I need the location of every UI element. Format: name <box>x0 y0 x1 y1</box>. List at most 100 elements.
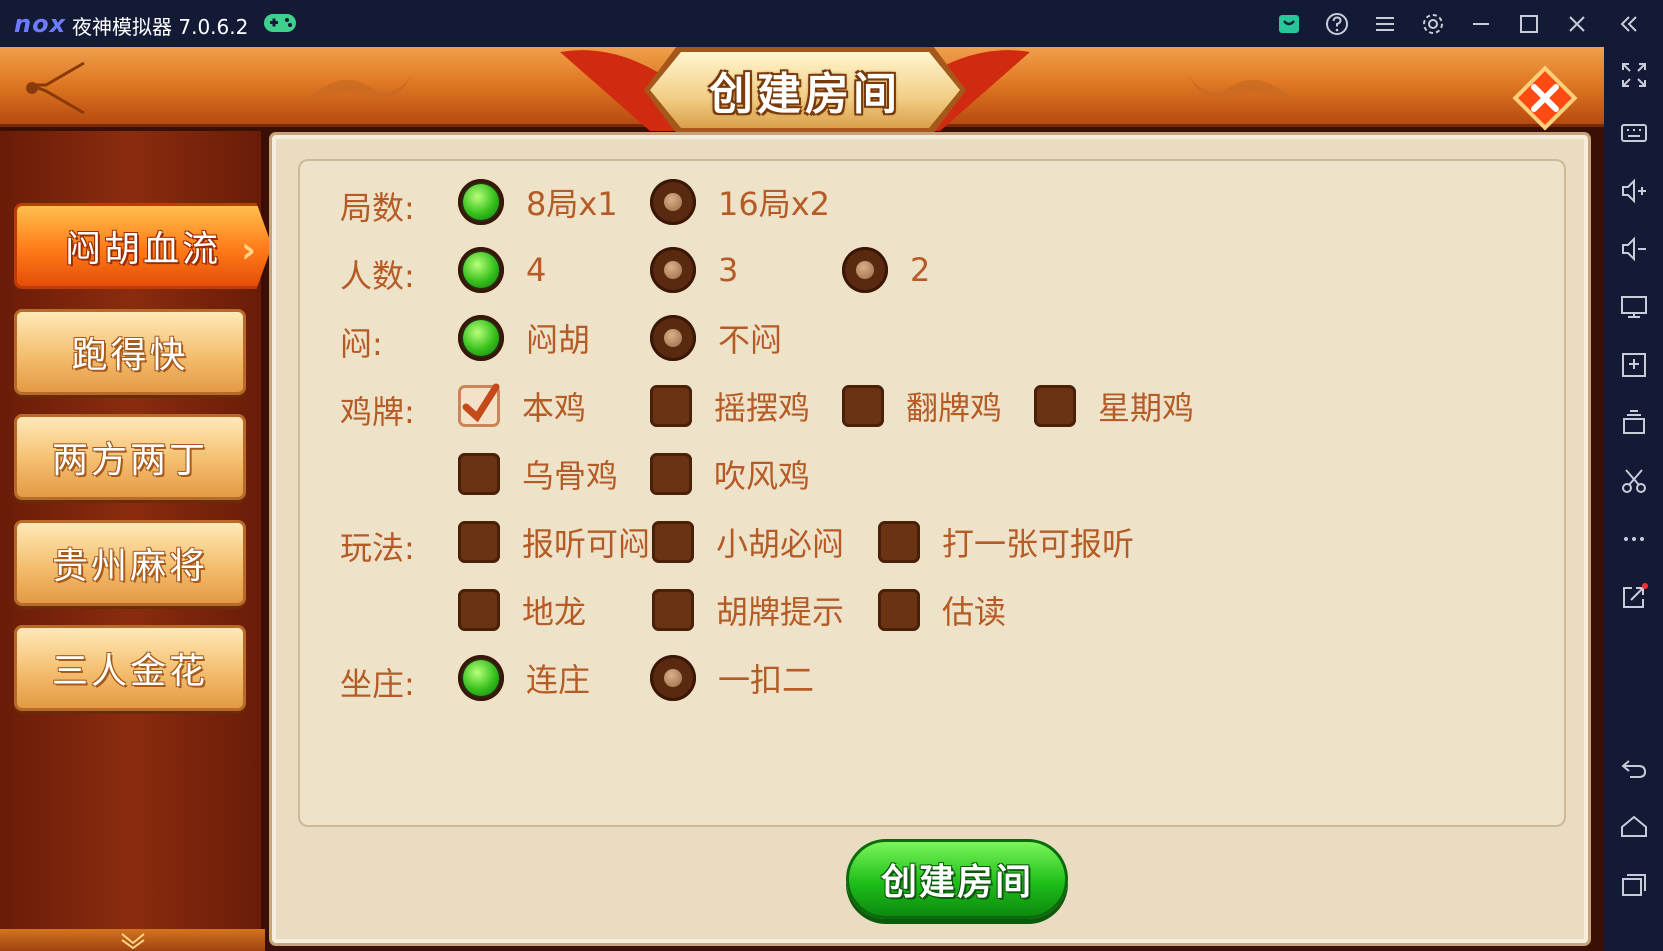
checkbox-unchecked[interactable] <box>650 385 692 427</box>
chicken-option-fanpai[interactable]: 翻牌鸡 <box>842 383 1002 429</box>
emulator-sidebar <box>1604 47 1663 951</box>
play-option-baoting-kemen[interactable]: 报听可闷 <box>458 519 650 565</box>
option-text: 吹风鸡 <box>714 457 811 495</box>
checkbox-unchecked[interactable] <box>1034 385 1076 427</box>
checkbox-unchecked[interactable] <box>458 521 500 563</box>
options-panel: 局数: 8局x1 16局x2 人数: 4 3 2 闷: 闷胡 不闷 鸡牌: 本鸡… <box>272 135 1588 943</box>
rounds-label: 局数: <box>340 189 415 227</box>
tab-sanren-jinhua[interactable]: 三人金花 <box>14 625 246 711</box>
option-text: 3 <box>718 251 739 289</box>
radio-selected[interactable] <box>458 655 504 701</box>
checkbox-unchecked[interactable] <box>458 453 500 495</box>
dealer-option-lianzhuang[interactable]: 连庄 <box>458 655 590 701</box>
header-left-ornament-icon <box>26 61 85 115</box>
men-option-menhu[interactable]: 闷胡 <box>458 315 590 361</box>
create-room-button[interactable]: 创建房间 <box>846 839 1068 919</box>
option-text: 打一张可报听 <box>942 525 1135 563</box>
tab-guizhou-majiang[interactable]: 贵州麻将 <box>14 520 246 606</box>
chicken-option-yaobai[interactable]: 摇摆鸡 <box>650 383 810 429</box>
dealer-option-yikouer[interactable]: 一扣二 <box>650 655 814 701</box>
men-option-bumen[interactable]: 不闷 <box>650 315 782 361</box>
tab-paodekuai[interactable]: 跑得快 <box>14 309 246 395</box>
dialog-title: 创建房间 <box>709 69 901 120</box>
swirl-ornament-icon <box>305 77 410 102</box>
tab-menhu-xueliu[interactable]: 闷胡血流 › <box>14 203 272 289</box>
dialog-close-button[interactable] <box>1512 65 1578 131</box>
chicken-option-wugu[interactable]: 乌骨鸡 <box>458 451 618 497</box>
back-icon[interactable] <box>1618 753 1650 785</box>
option-text: 2 <box>910 251 931 289</box>
more-icon[interactable] <box>1618 523 1650 555</box>
players-option-3[interactable]: 3 <box>650 247 738 293</box>
play-option-xiaohu-bimen[interactable]: 小胡必闷 <box>652 519 844 565</box>
settings-icon[interactable] <box>1419 10 1447 38</box>
option-text: 报听可闷 <box>522 525 651 563</box>
radio-selected[interactable] <box>458 247 504 293</box>
screen-icon[interactable] <box>1618 291 1650 323</box>
checkbox-unchecked[interactable] <box>650 453 692 495</box>
multi-instance-icon[interactable] <box>1618 407 1650 439</box>
checkbox-unchecked[interactable] <box>842 385 884 427</box>
nox-logo: nox <box>14 10 67 38</box>
radio-unselected[interactable] <box>650 655 696 701</box>
shop-icon[interactable] <box>1275 10 1303 38</box>
checkbox-unchecked[interactable] <box>878 589 920 631</box>
close-icon[interactable] <box>1563 10 1591 38</box>
chicken-option-chuifeng[interactable]: 吹风鸡 <box>650 451 810 497</box>
tab-liangfang-liangding[interactable]: 两方两丁 <box>14 414 246 500</box>
play-option-hupai-tishi[interactable]: 胡牌提示 <box>652 587 844 633</box>
gamepad-icon[interactable] <box>262 11 298 35</box>
keyboard-icon[interactable] <box>1618 117 1650 149</box>
home-icon[interactable] <box>1618 811 1650 843</box>
option-text: 闷胡 <box>526 321 591 359</box>
checkbox-checked[interactable] <box>458 383 500 427</box>
chicken-option-benji[interactable]: 本鸡 <box>458 383 586 429</box>
option-text: 连庄 <box>526 661 591 699</box>
rounds-option-16x2[interactable]: 16局x2 <box>650 179 830 225</box>
chevron-down-icon <box>121 933 145 949</box>
radio-unselected[interactable] <box>650 315 696 361</box>
checkbox-unchecked[interactable] <box>878 521 920 563</box>
radio-selected[interactable] <box>458 179 504 225</box>
chicken-option-xingqi[interactable]: 星期鸡 <box>1034 383 1194 429</box>
radio-unselected[interactable] <box>650 247 696 293</box>
play-option-gudu[interactable]: 估读 <box>878 587 1006 633</box>
players-option-2[interactable]: 2 <box>842 247 930 293</box>
recent-apps-icon[interactable] <box>1618 869 1650 901</box>
players-label: 人数: <box>340 257 415 295</box>
collapse-icon[interactable] <box>1615 10 1643 38</box>
fullscreen-icon[interactable] <box>1618 59 1650 91</box>
chevron-right-icon: › <box>241 230 259 271</box>
option-text: 星期鸡 <box>1098 389 1195 427</box>
scissors-icon[interactable] <box>1618 465 1650 497</box>
tabs-scroll-indicator[interactable] <box>0 929 265 951</box>
players-option-4[interactable]: 4 <box>458 247 546 293</box>
radio-selected[interactable] <box>458 315 504 361</box>
rounds-option-8x1[interactable]: 8局x1 <box>458 179 618 225</box>
play-label: 玩法: <box>340 529 415 567</box>
play-option-dilong[interactable]: 地龙 <box>458 587 586 633</box>
menu-icon[interactable] <box>1371 10 1399 38</box>
men-label: 闷: <box>340 325 383 363</box>
minimize-icon[interactable] <box>1467 10 1495 38</box>
chicken-label: 鸡牌: <box>340 393 415 431</box>
checkmark-icon <box>462 383 500 423</box>
checkbox-unchecked[interactable] <box>458 589 500 631</box>
checkbox-unchecked[interactable] <box>652 521 694 563</box>
external-link-icon[interactable] <box>1618 581 1650 613</box>
maximize-icon[interactable] <box>1515 10 1543 38</box>
help-icon[interactable] <box>1323 10 1351 38</box>
tab-label: 三人金花 <box>51 651 208 692</box>
create-room-label: 创建房间 <box>880 862 1033 903</box>
volume-up-icon[interactable] <box>1618 175 1650 207</box>
emulator-title-bar: nox 夜神模拟器 7.0.6.2 <box>0 0 1663 47</box>
checkbox-unchecked[interactable] <box>652 589 694 631</box>
radio-unselected[interactable] <box>650 179 696 225</box>
tab-label: 闷胡血流 <box>64 229 221 270</box>
option-text: 本鸡 <box>522 389 587 427</box>
radio-unselected[interactable] <box>842 247 888 293</box>
play-option-dayizhang-baoting[interactable]: 打一张可报听 <box>878 519 1134 565</box>
option-text: 不闷 <box>718 321 783 359</box>
volume-down-icon[interactable] <box>1618 233 1650 265</box>
apk-install-icon[interactable] <box>1618 349 1650 381</box>
